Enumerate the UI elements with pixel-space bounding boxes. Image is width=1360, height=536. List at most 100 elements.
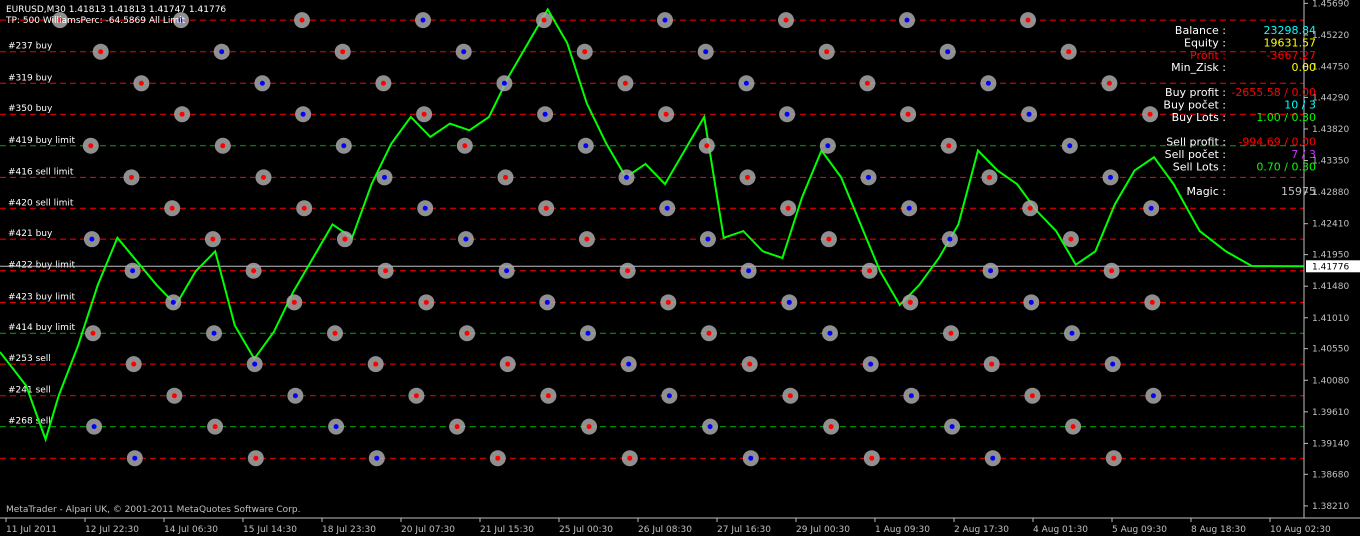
order-marker-dot	[342, 236, 348, 242]
price-tick-label: 1.42410	[1312, 220, 1349, 230]
order-marker-dot	[949, 424, 955, 430]
order-marker-dot	[827, 330, 833, 336]
order-marker-dot	[90, 330, 96, 336]
panel-label: Sell profit :	[1166, 136, 1226, 149]
order-marker-dot	[905, 111, 911, 117]
copyright-footer: MetaTrader - Alpari UK, © 2001-2011 Meta…	[6, 505, 300, 515]
order-marker-dot	[413, 393, 419, 399]
order-marker-dot	[292, 393, 298, 399]
order-marker-dot	[869, 455, 875, 461]
price-tick-label: 1.40080	[1312, 376, 1349, 386]
order-marker-dot	[252, 361, 258, 367]
price-tick-label: 1.39610	[1312, 408, 1349, 418]
order-marker-dot	[904, 17, 910, 23]
order-marker-dot	[1068, 236, 1074, 242]
order-marker-dot	[867, 268, 873, 274]
price-chart[interactable]: #237 buy #319 buy #350 buy #419 buy limit #4…	[0, 0, 1360, 536]
order-marker-dot	[1110, 361, 1116, 367]
time-tick-label: 26 Jul 08:30	[638, 525, 692, 535]
time-tick-label: 27 Jul 16:30	[717, 525, 771, 535]
level-label: #416 sell limit	[8, 167, 74, 177]
panel-value: 15975	[1281, 185, 1316, 198]
order-marker-dot	[131, 361, 137, 367]
order-marker-dot	[301, 205, 307, 211]
price-tick-label: 1.43820	[1312, 125, 1349, 135]
price-tick-label: 1.42880	[1312, 188, 1349, 198]
panel-label: Buy profit :	[1165, 86, 1226, 99]
level-label: #237 buy	[8, 42, 53, 52]
panel-label: Profit :	[1190, 49, 1226, 62]
order-marker-dot	[341, 143, 347, 149]
price-tick-label: 1.45690	[1312, 0, 1349, 9]
order-marker-dot	[1066, 49, 1072, 55]
order-marker-dot	[1070, 424, 1076, 430]
order-marker-dot	[454, 424, 460, 430]
level-label: #423 buy limit	[8, 292, 75, 302]
order-marker-dot	[743, 80, 749, 86]
order-marker-dot	[542, 111, 548, 117]
order-marker-dot	[948, 330, 954, 336]
price-tick-label: 1.43350	[1312, 157, 1349, 167]
order-marker-dot	[503, 174, 508, 180]
order-marker-dot	[1069, 330, 1075, 336]
order-marker-dot	[1025, 17, 1031, 23]
panel-value: 10 / 3	[1284, 98, 1316, 111]
order-marker-dot	[300, 111, 306, 117]
order-marker-dot	[746, 268, 752, 274]
order-marker-dot	[783, 17, 789, 23]
symbol-header: EURUSD,M30 1.41813 1.41813 1.41747 1.417…	[6, 5, 226, 15]
order-marker-dot	[333, 424, 339, 430]
order-marker-dot	[625, 268, 631, 274]
time-tick-label: 20 Jul 07:30	[401, 525, 455, 535]
price-axis: 1.45690 1.45220 1.44750 1.44290 1.43820 1.433…	[1303, 0, 1360, 518]
panel-label: Magic :	[1186, 185, 1226, 198]
order-marker-dot	[1108, 174, 1113, 180]
level-label: #420 sell limit	[8, 198, 74, 208]
order-marker-dot	[706, 330, 712, 336]
order-marker-dot	[259, 80, 265, 86]
order-marker-dot	[703, 49, 709, 55]
order-marker-dot	[586, 424, 592, 430]
order-marker-dot	[88, 143, 94, 149]
order-marker-dot	[373, 361, 379, 367]
order-marker-dot	[505, 361, 511, 367]
order-marker-dot	[785, 205, 791, 211]
level-label: #319 buy	[8, 73, 53, 83]
order-marker-dot	[91, 424, 97, 430]
order-marker-dot	[585, 330, 591, 336]
order-marker-dot	[786, 299, 792, 305]
price-tick-label: 1.44750	[1312, 62, 1349, 72]
order-marker-dot	[261, 174, 266, 180]
order-marker-dot	[219, 49, 225, 55]
time-tick-label: 11 Jul 2011	[6, 525, 57, 535]
order-marker-dot	[906, 205, 912, 211]
order-marker-dot	[464, 330, 470, 336]
panel-label: Balance :	[1175, 24, 1226, 37]
order-marker-dot	[1147, 111, 1153, 117]
order-marker-dot	[989, 361, 995, 367]
panel-value: -994.69 / 0.00	[1238, 136, 1316, 149]
price-tick-label: 1.44290	[1312, 93, 1349, 103]
order-marker-dot	[421, 111, 427, 117]
order-marker-dot	[666, 393, 672, 399]
order-marker-dot	[383, 268, 389, 274]
order-marker-dot	[504, 268, 510, 274]
order-marker-dot	[212, 424, 218, 430]
order-marker-dot	[745, 174, 750, 180]
order-marker-dot	[89, 236, 95, 242]
order-marker-dot	[374, 455, 380, 461]
time-tick-label: 29 Jul 00:30	[796, 525, 850, 535]
order-marker-dot	[220, 143, 226, 149]
time-tick-label: 12 Jul 22:30	[85, 525, 139, 535]
order-marker-dot	[748, 455, 754, 461]
order-marker-dot	[462, 143, 468, 149]
order-marker-dot	[130, 268, 136, 274]
order-marker-dot	[947, 236, 953, 242]
price-tick-label: 1.40550	[1312, 345, 1349, 355]
panel-value: -3667.27	[1267, 49, 1316, 62]
level-label: #414 buy limit	[8, 323, 75, 333]
time-tick-label: 8 Aug 18:30	[1191, 525, 1246, 535]
price-tick-label: 1.45220	[1312, 31, 1349, 41]
order-marker-dot	[382, 174, 387, 180]
order-marker-dot	[985, 80, 991, 86]
